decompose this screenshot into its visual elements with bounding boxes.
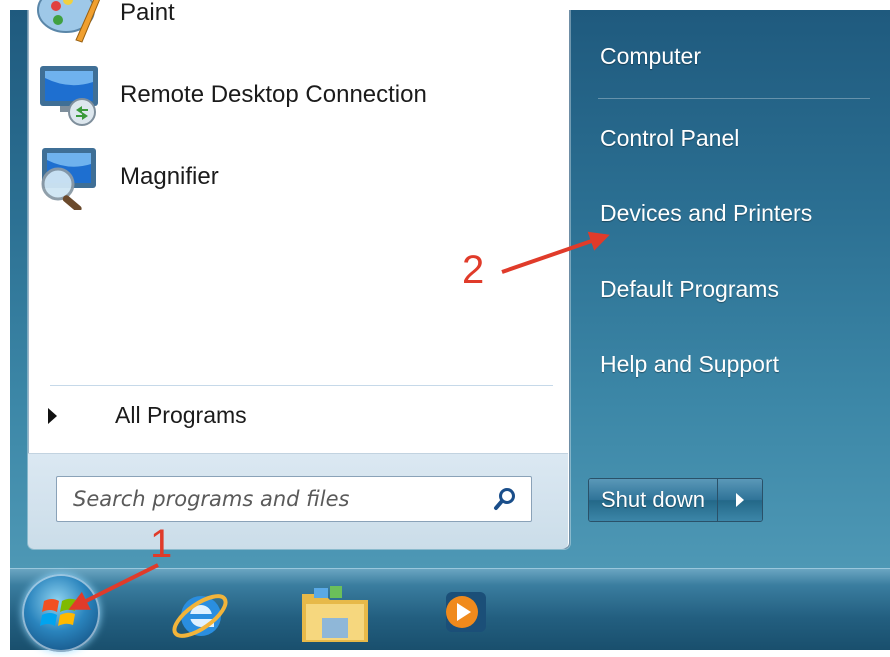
annotation-arrow-1	[68, 563, 159, 610]
annotation-arrows	[68, 231, 610, 610]
annotation-arrow-2	[501, 231, 610, 274]
